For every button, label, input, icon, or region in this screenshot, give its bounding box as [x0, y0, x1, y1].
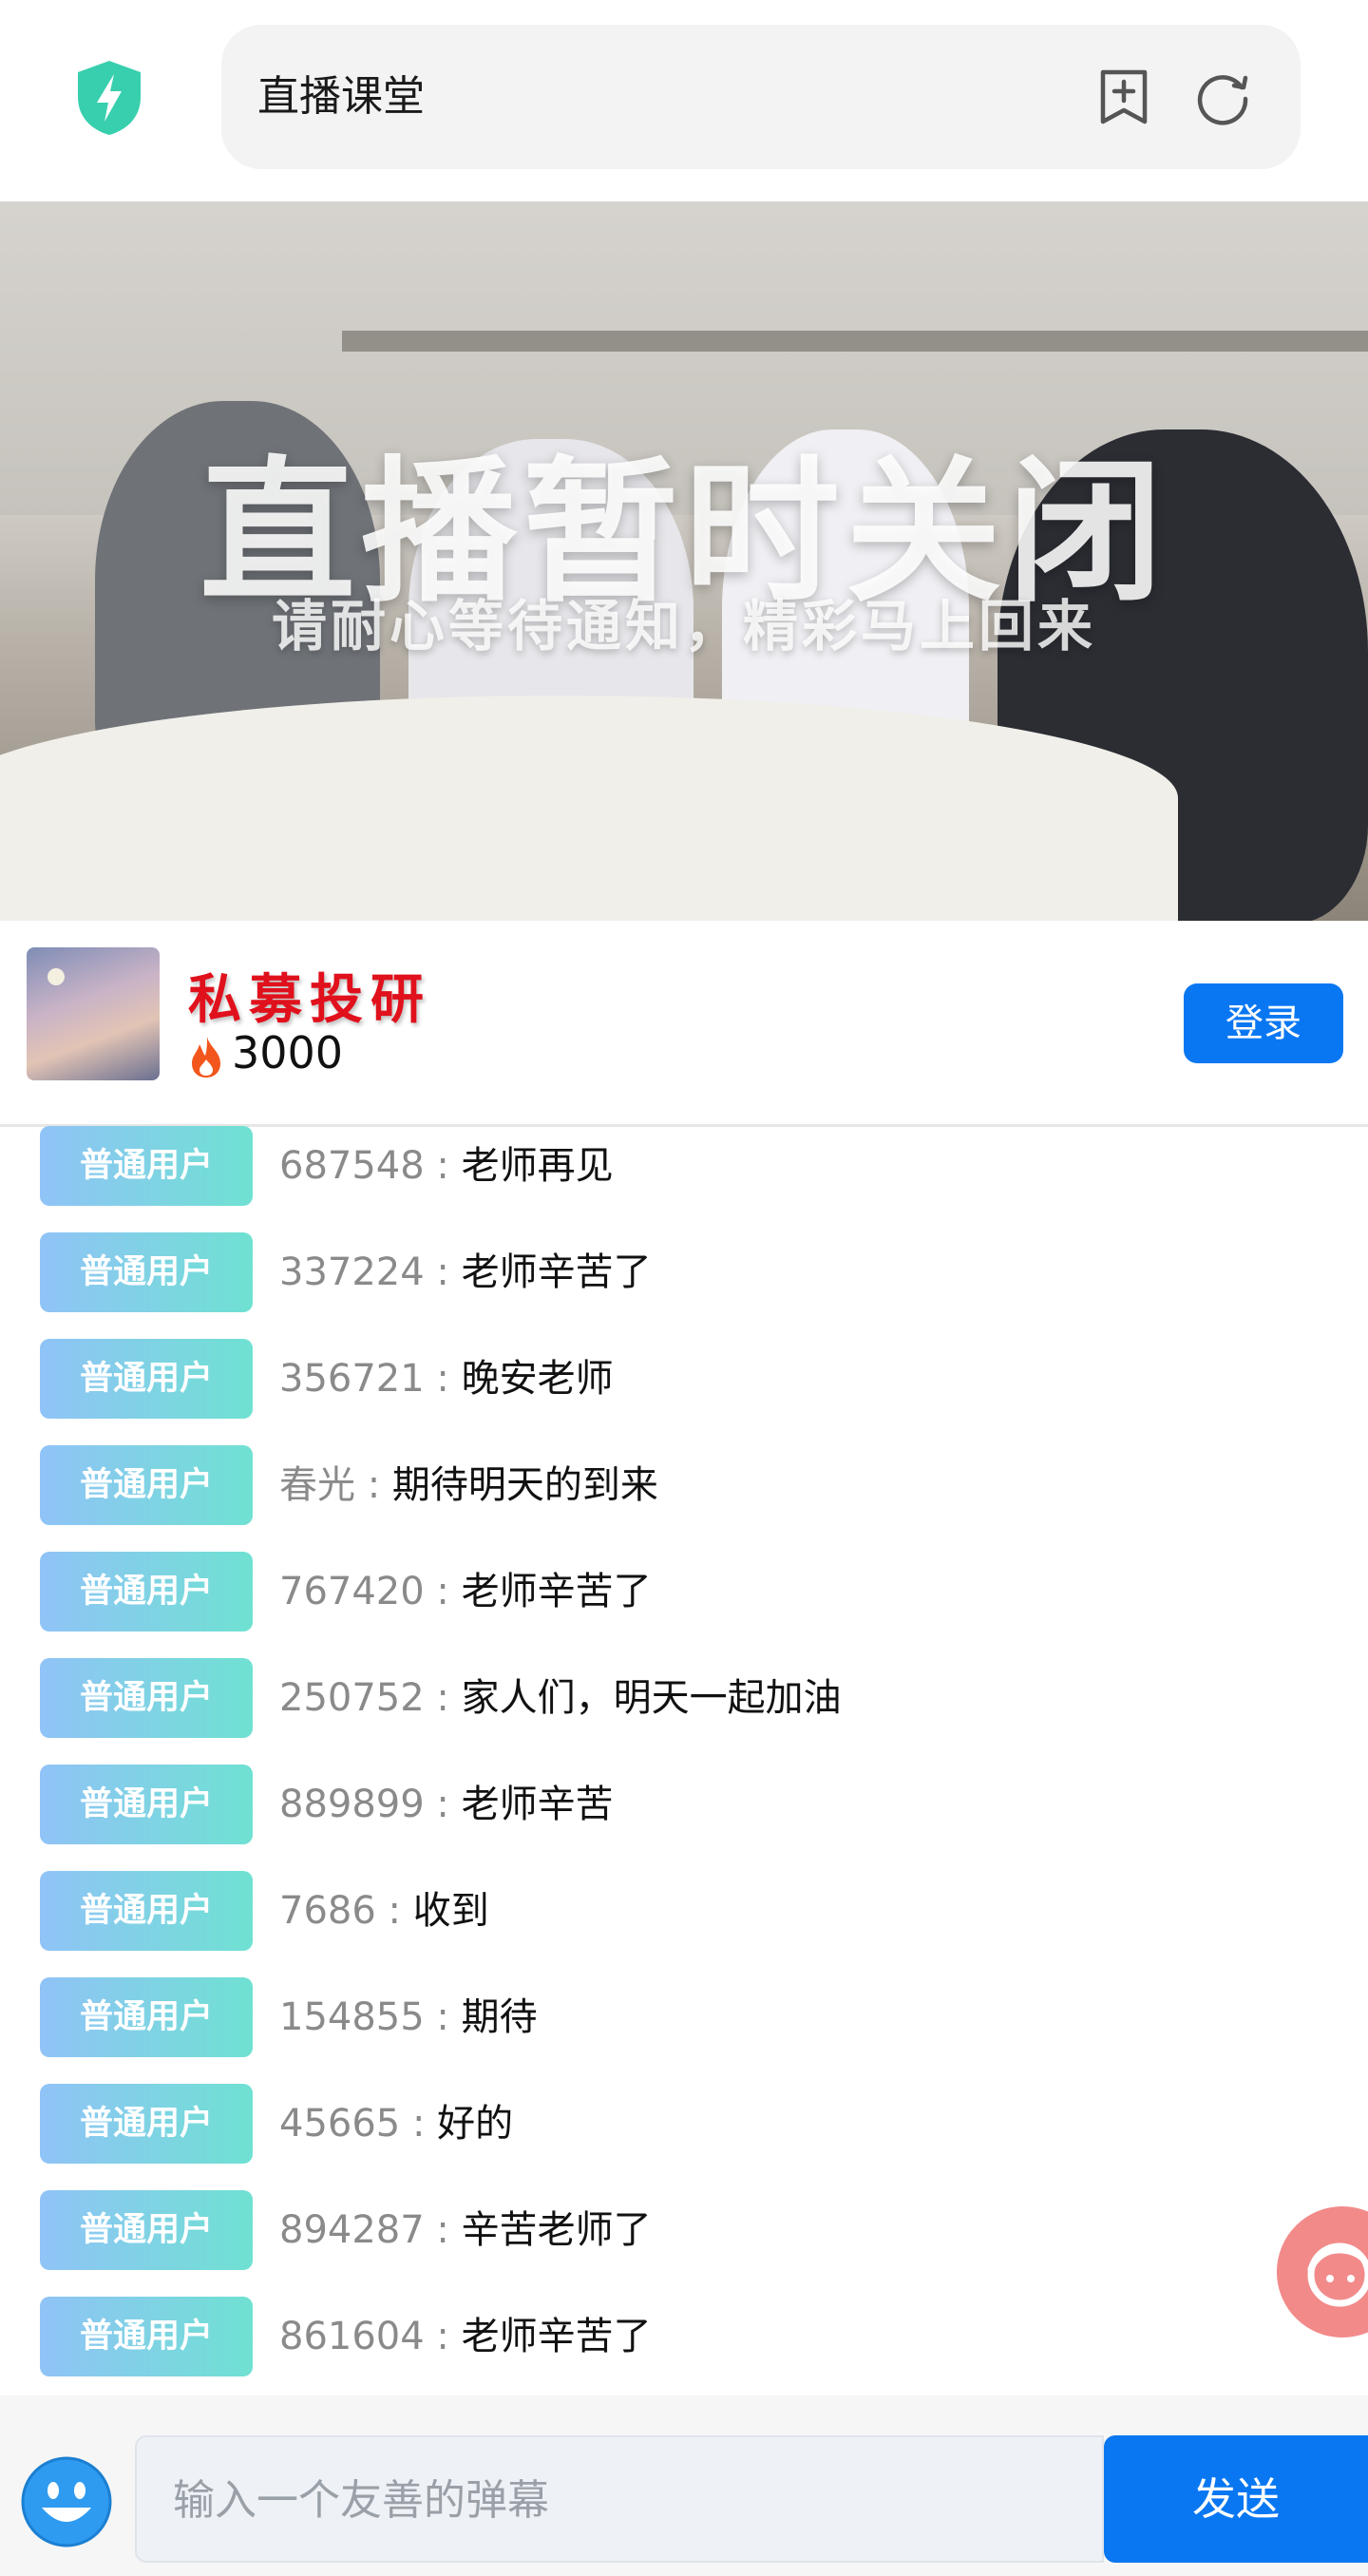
- chat-message-row: 普通用户 45665 : 好的: [0, 2084, 1368, 2190]
- chat-message-line: 889899 : 老师辛苦: [279, 1765, 614, 1844]
- chat-message-text: 期待: [461, 1995, 538, 2039]
- chat-message-row: 普通用户 889899 : 老师辛苦: [0, 1765, 1368, 1871]
- chat-username: 861604: [279, 2315, 425, 2358]
- chat-message-text: 老师辛苦了: [461, 1250, 652, 1294]
- chat-username: 894287: [279, 2208, 425, 2252]
- user-level-badge: 普通用户: [40, 1765, 253, 1844]
- user-level-badge: 普通用户: [40, 2084, 253, 2164]
- chat-separator: :: [424, 1783, 462, 1826]
- chat-separator: :: [424, 1676, 462, 1720]
- video-table: [0, 696, 1178, 921]
- shield-bolt-icon: [78, 61, 141, 135]
- chat-message-row: 普通用户 894287 : 辛苦老师了: [0, 2190, 1368, 2297]
- chat-message-row: 普通用户 356721 : 晚安老师: [0, 1339, 1368, 1445]
- avatar-moon: [48, 968, 65, 985]
- live-video-player[interactable]: 直播暂时关闭 请耐心等待通知，精彩马上回来: [0, 201, 1368, 921]
- chat-message-line: 767420 : 老师辛苦了: [279, 1552, 652, 1631]
- refresh-icon[interactable]: [1192, 67, 1253, 127]
- chat-message-text: 老师辛苦: [461, 1783, 614, 1826]
- chat-message-row: 普通用户 250752 : 家人们，明天一起加油: [0, 1658, 1368, 1765]
- chat-separator: :: [400, 2102, 438, 2146]
- chat-message-row: 普通用户 7686 : 收到: [0, 1871, 1368, 1977]
- channel-name: 私募投研: [188, 969, 431, 1031]
- chat-message-row: 普通用户 687548 : 老师再见: [0, 1126, 1368, 1232]
- chat-message-line: 7686 : 收到: [279, 1871, 489, 1951]
- chat-message-row: 普通用户 春光 : 期待明天的到来: [0, 1445, 1368, 1552]
- chat-list[interactable]: 普通用户 687548 : 老师再见 普通用户 337224 : 老师辛苦了 普通用户 3…: [0, 1126, 1368, 2395]
- chat-message-line: 250752 : 家人们，明天一起加油: [279, 1658, 842, 1738]
- chat-separator: :: [424, 1995, 462, 2039]
- video-backdrop-shelf: [342, 331, 1368, 352]
- chat-message-text: 老师辛苦了: [461, 2315, 652, 2358]
- chat-separator: :: [424, 1357, 462, 1401]
- chat-separator: :: [424, 1250, 462, 1294]
- chat-message-line: 894287 : 辛苦老师了: [279, 2190, 652, 2270]
- address-bar[interactable]: 直播课堂: [221, 25, 1301, 169]
- channel-info: 私募投研 3000 登录: [0, 921, 1368, 1127]
- chat-separator: :: [424, 1570, 462, 1613]
- chat-separator: :: [424, 2315, 462, 2358]
- chat-separator: :: [424, 2208, 462, 2252]
- chat-message-text: 老师再见: [461, 1144, 614, 1188]
- chat-separator: :: [355, 1463, 392, 1507]
- danmaku-input-wrapper: [135, 2435, 1104, 2563]
- chat-username: 250752: [279, 1676, 425, 1720]
- chat-username: 7686: [279, 1889, 376, 1933]
- user-level-badge: 普通用户: [40, 1871, 253, 1951]
- chat-message-line: 861604 : 老师辛苦了: [279, 2297, 652, 2376]
- chat-message-text: 家人们，明天一起加油: [461, 1676, 842, 1720]
- login-button[interactable]: 登录: [1184, 983, 1343, 1063]
- danmaku-input[interactable]: [171, 2437, 1087, 2563]
- chat-message-row: 普通用户 767420 : 老师辛苦了: [0, 1552, 1368, 1658]
- channel-avatar[interactable]: [27, 947, 160, 1080]
- chat-username: 春光: [279, 1463, 355, 1507]
- chat-username: 687548: [279, 1144, 425, 1188]
- top-bar: 直播课堂: [0, 0, 1368, 201]
- stream-closed-subtitle: 请耐心等待通知，精彩马上回来: [271, 594, 1096, 658]
- chat-message-text: 收到: [412, 1889, 489, 1933]
- chat-username: 889899: [279, 1783, 425, 1826]
- chat-message-row: 普通用户 337224 : 老师辛苦了: [0, 1232, 1368, 1339]
- user-level-badge: 普通用户: [40, 1339, 253, 1419]
- add-bookmark-icon[interactable]: [1093, 67, 1154, 127]
- user-level-badge: 普通用户: [40, 1126, 253, 1206]
- chat-username: 767420: [279, 1570, 425, 1613]
- chat-username: 337224: [279, 1250, 425, 1294]
- chat-message-text: 老师辛苦了: [461, 1570, 652, 1613]
- chat-message-line: 45665 : 好的: [279, 2084, 513, 2164]
- user-level-badge: 普通用户: [40, 2190, 253, 2270]
- heat-count: 3000: [232, 1027, 344, 1078]
- chat-message-text: 晚安老师: [461, 1357, 614, 1401]
- fire-icon: [192, 1037, 220, 1078]
- chat-message-line: 356721 : 晚安老师: [279, 1339, 614, 1419]
- chat-message-line: 687548 : 老师再见: [279, 1126, 614, 1206]
- chat-message-line: 154855 : 期待: [279, 1977, 538, 2057]
- chat-username: 356721: [279, 1357, 425, 1401]
- chat-message-text: 期待明天的到来: [391, 1463, 658, 1507]
- chat-message-line: 337224 : 老师辛苦了: [279, 1232, 652, 1312]
- page-title: 直播课堂: [257, 72, 425, 121]
- user-level-badge: 普通用户: [40, 1977, 253, 2057]
- chat-message-text: 好的: [437, 2102, 514, 2146]
- chat-separator: :: [424, 1144, 462, 1188]
- chat-message-text: 辛苦老师了: [461, 2208, 652, 2252]
- chat-username: 154855: [279, 1995, 425, 2039]
- chat-username: 45665: [279, 2102, 401, 2146]
- user-level-badge: 普通用户: [40, 1658, 253, 1738]
- emoji-icon[interactable]: [19, 2454, 114, 2549]
- chat-message-row: 普通用户 154855 : 期待: [0, 1977, 1368, 2084]
- send-button[interactable]: 发送: [1104, 2435, 1368, 2563]
- user-level-badge: 普通用户: [40, 1232, 253, 1312]
- chat-separator: :: [375, 1889, 413, 1933]
- danmaku-composer: 发送: [0, 2395, 1368, 2576]
- user-level-badge: 普通用户: [40, 1552, 253, 1631]
- chat-message-row: 普通用户 861604 : 老师辛苦了: [0, 2297, 1368, 2395]
- user-level-badge: 普通用户: [40, 1445, 253, 1525]
- user-level-badge: 普通用户: [40, 2297, 253, 2376]
- chat-message-line: 春光 : 期待明天的到来: [279, 1445, 658, 1525]
